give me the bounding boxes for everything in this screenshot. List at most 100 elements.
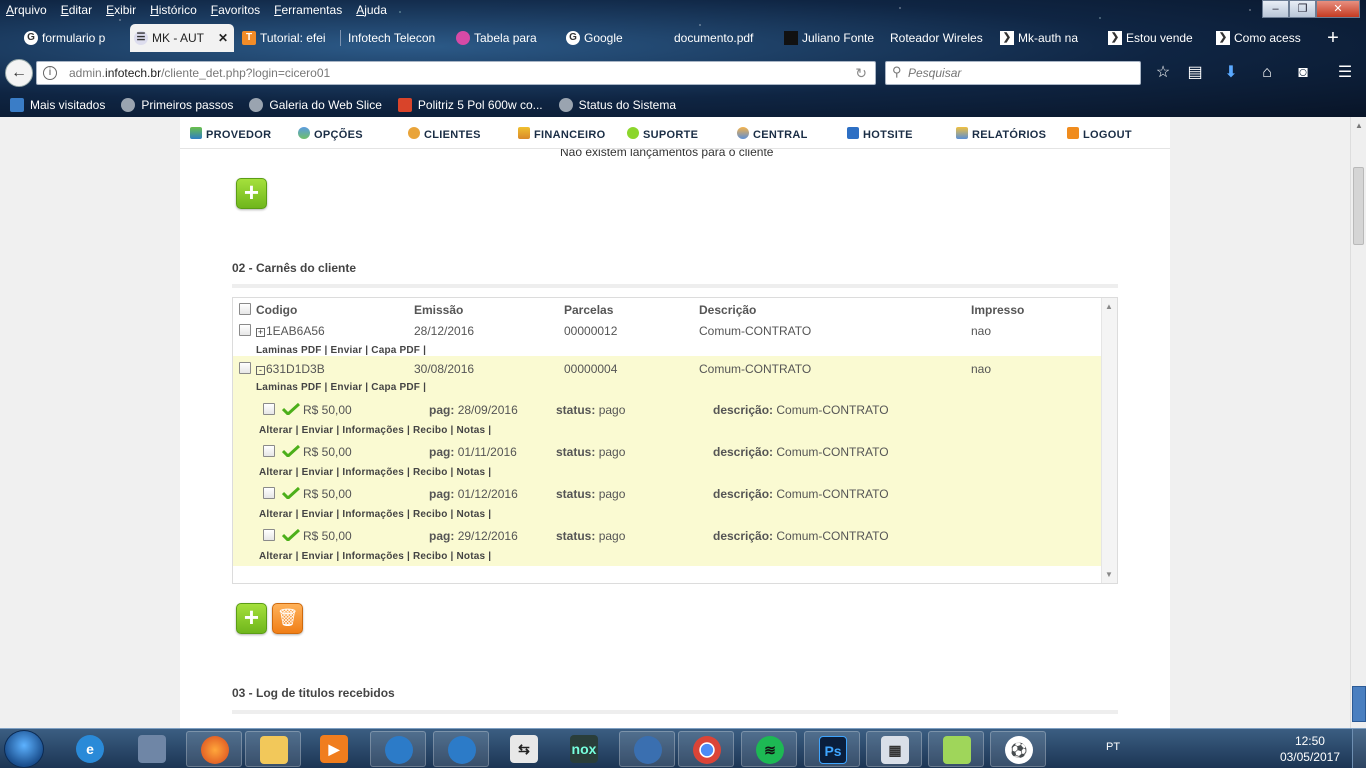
- capa-pdf-link[interactable]: Capa PDF: [371, 345, 420, 356]
- laminas-pdf-link[interactable]: Laminas PDF: [256, 382, 322, 393]
- expand-icon[interactable]: +: [256, 328, 265, 337]
- taskbar-explorer[interactable]: [245, 731, 301, 767]
- home-icon[interactable]: ⌂: [1256, 63, 1278, 83]
- notas-link[interactable]: Notas: [457, 467, 486, 478]
- titulo-checkbox[interactable]: [263, 529, 275, 541]
- informacoes-link[interactable]: Informações: [342, 425, 404, 436]
- menu-relatorios[interactable]: RELATÓRIOS: [956, 127, 1046, 141]
- taskbar-ie[interactable]: e: [62, 731, 118, 767]
- taskbar-photoshop[interactable]: Ps: [804, 731, 860, 767]
- scroll-up-icon[interactable]: ▲: [1355, 121, 1363, 130]
- delete-carne-button[interactable]: 🗑: [272, 603, 303, 634]
- enviar-link[interactable]: Enviar: [302, 509, 334, 520]
- select-all-checkbox[interactable]: [239, 303, 251, 315]
- alterar-link[interactable]: Alterar: [259, 467, 293, 478]
- menu-opcoes[interactable]: OPÇÕES: [298, 127, 363, 141]
- enviar-link[interactable]: Enviar: [302, 551, 334, 562]
- menu-financeiro[interactable]: FINANCEIRO: [518, 127, 605, 141]
- row-checkbox[interactable]: [239, 362, 251, 374]
- menu-logout[interactable]: LOGOUT: [1067, 127, 1132, 141]
- enviar-link[interactable]: Enviar: [331, 382, 363, 393]
- enviar-link[interactable]: Enviar: [302, 425, 334, 436]
- menu-ajuda[interactable]: Ajuda: [356, 0, 387, 20]
- tab-documento[interactable]: documento.pdf: [652, 24, 770, 52]
- taskbar-notepad[interactable]: [928, 731, 984, 767]
- table-scrollbar[interactable]: ▲ ▼: [1101, 298, 1117, 583]
- informacoes-link[interactable]: Informações: [342, 467, 404, 478]
- back-button[interactable]: ←: [5, 59, 33, 87]
- taskbar-app-3[interactable]: ⇆: [496, 731, 552, 767]
- tab-estou-vende[interactable]: ❯ Estou vende: [1104, 24, 1200, 52]
- show-desktop-button[interactable]: [1352, 729, 1366, 768]
- tab-juliano[interactable]: Juliano Fonte: [780, 24, 876, 52]
- tab-como-acess[interactable]: ❯ Como acess: [1212, 24, 1308, 52]
- info-icon[interactable]: i: [43, 66, 57, 80]
- recibo-link[interactable]: Recibo: [413, 551, 448, 562]
- alterar-link[interactable]: Alterar: [259, 551, 293, 562]
- taskbar-network-app[interactable]: [124, 731, 180, 767]
- taskbar-app-2[interactable]: [433, 731, 489, 767]
- close-window-button[interactable]: ✕: [1316, 0, 1360, 18]
- informacoes-link[interactable]: Informações: [342, 551, 404, 562]
- taskbar-app-1[interactable]: [370, 731, 426, 767]
- taskbar-spotify[interactable]: ≋: [741, 731, 797, 767]
- reading-list-icon[interactable]: ▤: [1184, 63, 1206, 83]
- page-scrollbar[interactable]: ▲: [1350, 117, 1366, 728]
- taskbar-firefox[interactable]: [186, 731, 242, 767]
- close-tab-icon[interactable]: ✕: [218, 24, 228, 52]
- menu-exibir[interactable]: Exibir: [106, 0, 136, 20]
- bookmark-galeria-web-slice[interactable]: Galeria do Web Slice: [249, 98, 382, 112]
- taskbar-media-player[interactable]: ▶: [306, 731, 362, 767]
- scrollbar-thumb[interactable]: [1353, 167, 1364, 245]
- alterar-link[interactable]: Alterar: [259, 509, 293, 520]
- language-indicator[interactable]: PT: [1106, 741, 1120, 753]
- menu-editar[interactable]: Editar: [61, 0, 92, 20]
- titulo-checkbox[interactable]: [263, 487, 275, 499]
- tab-mk-auth[interactable]: ☰ MK - AUT ✕: [130, 24, 234, 52]
- search-bar[interactable]: ⚲: [885, 61, 1141, 85]
- tab-formulario[interactable]: Gformulario p: [20, 24, 124, 52]
- add-lancamento-button[interactable]: +: [236, 178, 267, 209]
- url-bar[interactable]: i admin.infotech.br/cliente_det.php?logi…: [36, 61, 876, 85]
- search-input[interactable]: [908, 64, 1133, 82]
- tab-infotech[interactable]: Infotech Telecon: [326, 24, 442, 52]
- informacoes-link[interactable]: Informações: [342, 509, 404, 520]
- taskbar-calculator[interactable]: ▦: [866, 731, 922, 767]
- bookmark-status-sistema[interactable]: Status do Sistema: [558, 98, 676, 112]
- scroll-widget-icon[interactable]: [1352, 686, 1366, 722]
- new-tab-button[interactable]: +: [1320, 24, 1346, 52]
- menu-suporte[interactable]: SUPORTE: [627, 127, 698, 141]
- tab-mk-auth-na[interactable]: ❯ Mk-auth na: [996, 24, 1088, 52]
- add-carne-button[interactable]: +: [236, 603, 267, 634]
- maximize-button[interactable]: ❐: [1289, 0, 1316, 18]
- downloads-icon[interactable]: ⬇: [1220, 63, 1242, 83]
- pocket-icon[interactable]: ◙: [1292, 63, 1314, 83]
- scroll-down-icon[interactable]: ▼: [1105, 570, 1113, 579]
- tab-google[interactable]: G Google: [562, 24, 662, 52]
- menu-ferramentas[interactable]: Ferramentas: [274, 0, 342, 20]
- capa-pdf-link[interactable]: Capa PDF: [371, 382, 420, 393]
- hamburger-menu-icon[interactable]: ☰: [1334, 63, 1356, 83]
- start-button[interactable]: [4, 730, 44, 768]
- notas-link[interactable]: Notas: [457, 425, 486, 436]
- taskbar-thunderbird[interactable]: [619, 731, 675, 767]
- titulo-checkbox[interactable]: [263, 403, 275, 415]
- menu-arquivo[interactable]: Arquivo: [6, 0, 47, 20]
- bookmark-politriz[interactable]: Politriz 5 Pol 600w co...: [397, 98, 543, 112]
- taskbar-nox[interactable]: nox: [556, 731, 612, 767]
- tab-roteador[interactable]: Roteador Wireles: [868, 24, 984, 52]
- menu-historico[interactable]: Histórico: [150, 0, 197, 20]
- menu-provedor[interactable]: PROVEDOR: [190, 127, 271, 141]
- menu-clientes[interactable]: CLIENTES: [408, 127, 481, 141]
- notas-link[interactable]: Notas: [457, 509, 486, 520]
- recibo-link[interactable]: Recibo: [413, 467, 448, 478]
- taskbar-game[interactable]: ⚽: [990, 731, 1046, 767]
- menu-central[interactable]: CENTRAL: [737, 127, 808, 141]
- row-checkbox[interactable]: [239, 324, 251, 336]
- tab-tabela[interactable]: Tabela para: [452, 24, 552, 52]
- laminas-pdf-link[interactable]: Laminas PDF: [256, 345, 322, 356]
- menu-hotsite[interactable]: HOTSITE: [847, 127, 913, 141]
- enviar-link[interactable]: Enviar: [331, 345, 363, 356]
- recibo-link[interactable]: Recibo: [413, 425, 448, 436]
- enviar-link[interactable]: Enviar: [302, 467, 334, 478]
